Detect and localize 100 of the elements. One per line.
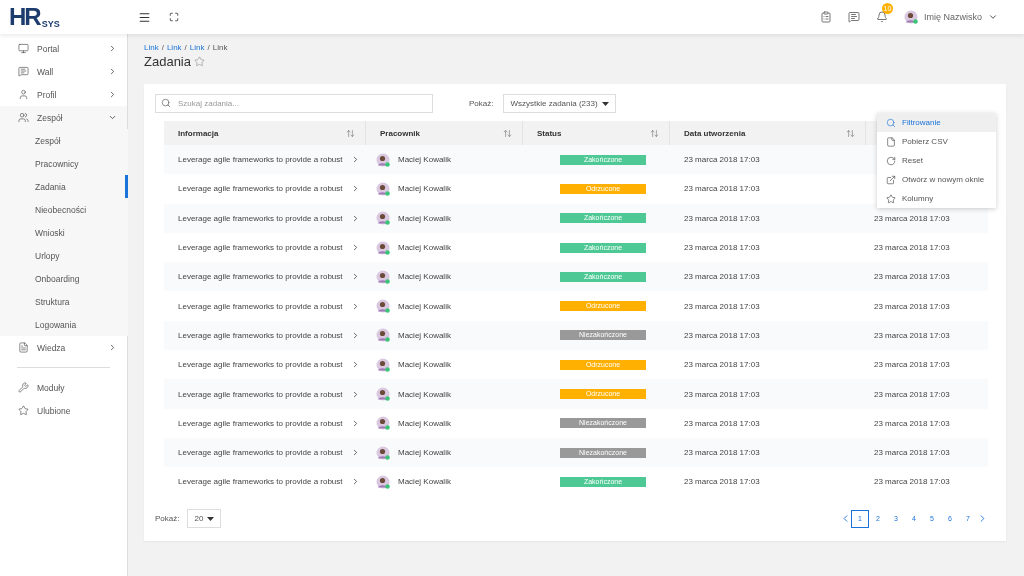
reset-icon [886, 155, 896, 166]
breadcrumb-link[interactable]: Link [189, 43, 205, 52]
avatar-icon [376, 152, 390, 167]
breadcrumb-link[interactable]: Link [144, 43, 159, 52]
menu-item[interactable]: Pobierz CSV [877, 132, 996, 151]
table-cell: Maciej Kowalik [398, 389, 451, 399]
column-header[interactable]: Data utworzenia [684, 128, 746, 138]
star-icon[interactable] [194, 56, 205, 67]
table-cell: 23 marca 2018 17:03 [874, 213, 950, 223]
table-cell: Maciej Kowalik [398, 360, 451, 370]
table-cell: Leverage agile frameworks to provide a robust [178, 477, 343, 487]
table-cell: Leverage agile frameworks to provide a robust [178, 213, 343, 223]
sidebar-subitem[interactable]: Logowania [0, 313, 128, 336]
fullscreen-icon[interactable] [169, 12, 179, 22]
table-cell: Maciej Kowalik [398, 301, 451, 311]
menu-item[interactable]: Reset [877, 151, 996, 170]
search-field[interactable]: Szukaj zadania... [155, 94, 433, 113]
table-cell: Leverage agile frameworks to provide a robust [178, 155, 343, 165]
table-cell: 23 marca 2018 17:03 [684, 477, 760, 487]
page-size-dropdown[interactable]: 20 [187, 509, 222, 529]
clipboard-icon[interactable] [820, 11, 832, 23]
chevron-down-icon[interactable] [988, 12, 998, 22]
table-cell: 23 marca 2018 17:03 [684, 448, 760, 458]
sort-icon[interactable] [846, 128, 855, 138]
table-cell: Maciej Kowalik [398, 330, 451, 340]
avatar-icon [376, 328, 390, 343]
avatar-icon [376, 445, 390, 460]
avatar-icon [376, 474, 390, 489]
sidebar-subitem[interactable]: Struktura [0, 290, 128, 313]
table-cell: Leverage agile frameworks to provide a robust [178, 389, 343, 399]
breadcrumb-separator: / [184, 43, 187, 52]
sidebar-item[interactable]: Wall [0, 60, 127, 83]
bell-icon[interactable] [876, 11, 888, 23]
table-cell: 23 marca 2018 17:03 [874, 301, 950, 311]
table-cell: 23 marca 2018 17:03 [874, 418, 950, 428]
caret-icon [207, 516, 215, 521]
menu-item[interactable]: Filtrowanie [877, 113, 996, 132]
wrench-icon [18, 382, 29, 393]
table-cell: 23 marca 2018 17:03 [874, 272, 950, 282]
avatar-icon [376, 387, 390, 401]
breadcrumb-current: Link [212, 43, 228, 52]
sidebar-item[interactable]: Zespół [0, 106, 127, 129]
table-cell: 23 marca 2018 17:03 [874, 477, 950, 487]
sidebar-subitem[interactable]: Onboarding [0, 267, 128, 290]
sort-icon[interactable] [650, 128, 659, 138]
table-cell: Leverage agile frameworks to provide a robust [178, 272, 343, 282]
page-size-label: Pokaż: [155, 514, 180, 524]
table-cell: 23 marca 2018 17:03 [874, 330, 950, 340]
table-cell: Maciej Kowalik [398, 243, 451, 253]
table-cell: 23 marca 2018 17:03 [684, 360, 760, 370]
page-title: Zadania [144, 54, 191, 69]
table-cell: Maciej Kowalik [398, 155, 451, 165]
star-icon [886, 193, 896, 204]
user-icon [18, 89, 29, 100]
table-cell: 23 marca 2018 17:03 [684, 389, 760, 399]
breadcrumb-separator: / [207, 43, 210, 52]
table-cell: Maciej Kowalik [398, 184, 451, 194]
file-icon [886, 136, 896, 147]
menu-icon[interactable] [138, 10, 151, 24]
search-icon [886, 117, 896, 128]
sidebar-subitem[interactable]: Wnioski [0, 221, 128, 244]
sidebar-item[interactable]: Profil [0, 83, 127, 106]
filter-dropdown[interactable]: Wszystkie zadania (233) [503, 94, 617, 113]
sidebar-subitem[interactable]: Pracownicy [0, 152, 128, 175]
column-header[interactable]: Informacja [178, 128, 219, 138]
table-cell: 23 marca 2018 17:03 [874, 243, 950, 253]
breadcrumb-link[interactable]: Link [166, 43, 182, 52]
sidebar-item[interactable]: Ulubione [0, 399, 127, 422]
column-header[interactable]: Pracownik [380, 128, 420, 138]
table-cell: 23 marca 2018 17:03 [684, 243, 760, 253]
menu-item[interactable]: Kolumny [877, 189, 996, 208]
table-cell: 23 marca 2018 17:03 [684, 330, 760, 340]
avatar-icon [904, 10, 918, 24]
sidebar-subitem[interactable]: Urlopy [0, 244, 128, 267]
breadcrumb-separator: / [161, 43, 164, 52]
column-header[interactable]: Status [537, 128, 562, 138]
sidebar-item[interactable]: Wiedza [0, 336, 127, 359]
sort-icon[interactable] [346, 128, 355, 138]
table-cell: Leverage agile frameworks to provide a robust [178, 448, 343, 458]
sort-icon[interactable] [503, 128, 512, 138]
sidebar-subitem[interactable]: Zespół [0, 129, 128, 152]
sidebar-item[interactable]: Portal [0, 37, 127, 60]
table-cell: Maciej Kowalik [398, 418, 451, 428]
table-cell: Leverage agile frameworks to provide a robust [178, 301, 343, 311]
menu-item[interactable]: Otwórz w nowym oknie [877, 170, 996, 189]
user-name[interactable]: Imię Nazwisko [924, 12, 982, 22]
table-cell: Maciej Kowalik [398, 272, 451, 282]
chat-icon[interactable] [848, 11, 860, 23]
table-cell: 23 marca 2018 17:03 [684, 213, 760, 223]
sidebar-subitem[interactable]: Zadania [0, 175, 128, 198]
sidebar-item[interactable]: Moduły [0, 376, 127, 399]
sidebar-subitem[interactable]: Nieobecności [0, 198, 128, 221]
chat-icon [18, 66, 29, 77]
avatar-icon [376, 357, 390, 372]
avatar-icon [376, 416, 390, 431]
table-cell: 23 marca 2018 17:03 [684, 155, 760, 165]
show-label: Pokaż: [469, 99, 494, 108]
table-cell: Maciej Kowalik [398, 213, 451, 223]
table-cell: 23 marca 2018 17:03 [684, 184, 760, 194]
table-cell: Leverage agile frameworks to provide a robust [178, 418, 343, 428]
